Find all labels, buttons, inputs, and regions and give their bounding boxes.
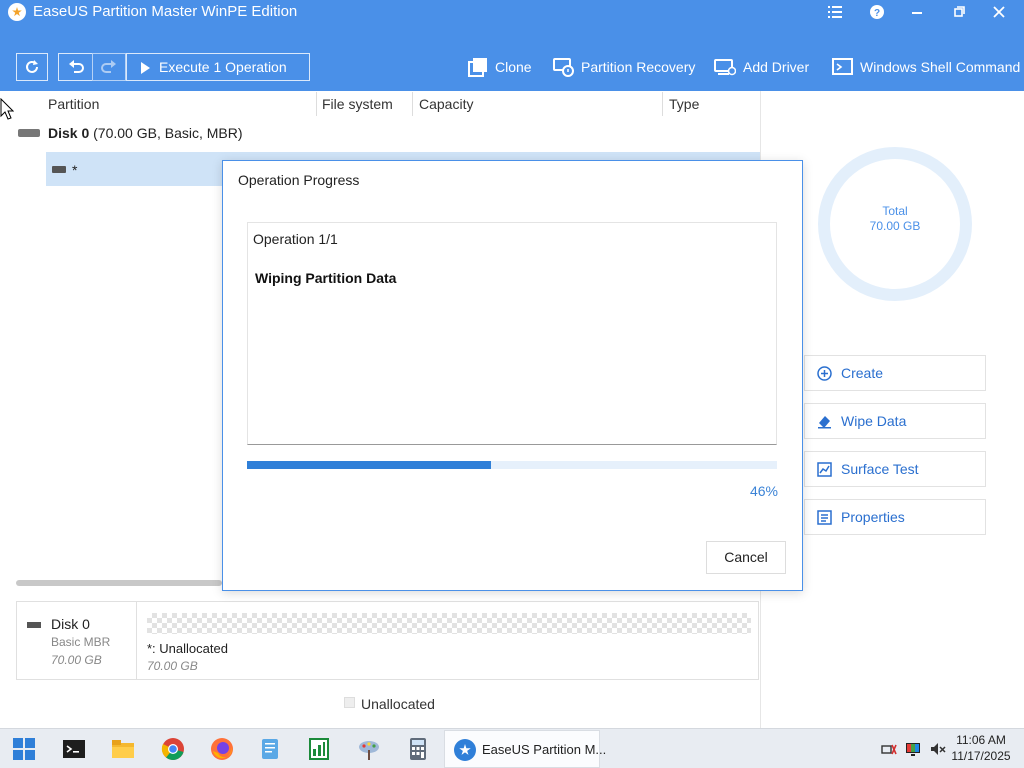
paint-icon[interactable] (357, 737, 381, 761)
undo-button[interactable] (58, 53, 92, 81)
partition-recovery-label: Partition Recovery (581, 59, 696, 75)
wipe-data-button[interactable]: Wipe Data (804, 403, 986, 439)
map-disk-size: 70.00 GB (51, 653, 102, 667)
total-label: Total (882, 204, 908, 218)
svg-text:?: ? (874, 8, 880, 19)
refresh-button[interactable] (16, 53, 48, 81)
properties-label: Properties (841, 509, 905, 525)
file-explorer-icon[interactable] (111, 737, 135, 761)
progress-percent: 46% (749, 483, 778, 499)
taskbar-easeus-app[interactable]: EaseUS Partition M... (444, 730, 606, 768)
disk-icon (27, 622, 41, 628)
disk-icon (18, 129, 40, 137)
app-header: EaseUS Partition Master WinPE Edition ? (0, 0, 1024, 91)
window-title: EaseUS Partition Master WinPE Edition (33, 3, 298, 20)
operation-count: Operation 1/1 (253, 231, 338, 247)
close-icon[interactable] (988, 2, 1010, 22)
redo-icon (93, 54, 125, 80)
column-file-system[interactable]: File system (322, 96, 393, 112)
redo-button[interactable] (92, 53, 126, 81)
partition-name: * (72, 162, 78, 178)
properties-icon (817, 510, 832, 525)
refresh-icon (17, 54, 47, 80)
horizontal-scrollbar[interactable] (16, 580, 222, 586)
add-driver-icon (714, 57, 737, 77)
progress-fill (247, 461, 491, 469)
disk-name: Disk 0 (48, 125, 90, 141)
partition-recovery-icon (553, 57, 575, 77)
clone-button[interactable]: Clone (467, 55, 537, 81)
undo-icon (59, 54, 92, 80)
execute-label: Execute 1 Operation (159, 59, 287, 75)
add-driver-button[interactable]: Add Driver (714, 55, 814, 81)
create-icon (817, 366, 832, 381)
progress-bar (247, 461, 777, 469)
active-app-label: EaseUS Partition M... (482, 742, 607, 757)
chrome-icon[interactable] (161, 737, 185, 761)
map-disk-name: Disk 0 (51, 616, 90, 632)
mouse-cursor-icon (0, 98, 14, 120)
properties-button[interactable]: Properties (804, 499, 986, 535)
notepad-icon[interactable] (258, 737, 282, 761)
map-disk-type: Basic MBR (51, 635, 111, 649)
network-icon[interactable] (881, 741, 897, 757)
column-type[interactable]: Type (669, 96, 699, 112)
operation-progress-dialog: Operation Progress Operation 1/1 Wiping … (222, 160, 803, 591)
cancel-button[interactable]: Cancel (706, 541, 786, 574)
easeus-app-icon (454, 739, 476, 761)
column-divider[interactable] (662, 92, 663, 116)
play-icon (141, 62, 150, 74)
surface-test-button[interactable]: Surface Test (804, 451, 986, 487)
create-button[interactable]: Create (804, 355, 986, 391)
restore-icon[interactable] (948, 2, 970, 22)
wipe-data-icon (817, 414, 832, 429)
disk-map-info[interactable]: Disk 0 Basic MBR 70.00 GB (17, 602, 137, 679)
unallocated-bar[interactable] (147, 613, 751, 634)
add-driver-label: Add Driver (743, 59, 810, 75)
unallocated-legend-swatch (344, 697, 355, 708)
menu-icon[interactable] (824, 2, 846, 22)
minimize-icon[interactable] (906, 2, 928, 22)
easeus-logo-icon (8, 3, 26, 21)
partition-recovery-button[interactable]: Partition Recovery (553, 55, 698, 81)
create-label: Create (841, 365, 884, 381)
calculator-icon[interactable] (406, 737, 430, 761)
clock-time: 11:06 AM (956, 733, 1006, 747)
dialog-title: Operation Progress (238, 172, 360, 188)
surface-test-icon (817, 462, 832, 477)
windows-shell-command-label: Windows Shell Command (860, 59, 1021, 75)
shell-icon (832, 57, 854, 77)
firefox-icon[interactable] (210, 737, 234, 761)
display-icon[interactable] (905, 741, 921, 757)
column-capacity[interactable]: Capacity (419, 96, 473, 112)
partition-icon (52, 166, 66, 173)
wipe-data-label: Wipe Data (841, 413, 907, 429)
column-partition[interactable]: Partition (48, 96, 99, 112)
terminal-icon[interactable] (62, 737, 86, 761)
operation-log: Operation 1/1 Wiping Partition Data (247, 222, 777, 445)
surface-test-label: Surface Test (841, 461, 919, 477)
spreadsheet-icon[interactable] (307, 737, 331, 761)
start-icon[interactable] (12, 737, 36, 761)
clone-label: Clone (495, 59, 532, 75)
column-divider[interactable] (412, 92, 413, 116)
map-partition-name: *: Unallocated (147, 641, 228, 656)
column-divider[interactable] (316, 92, 317, 116)
disk-map-card[interactable]: Disk 0 Basic MBR 70.00 GB *: Unallocated… (16, 601, 759, 680)
taskbar: EaseUS Partition M... 11:06 AM 11/17/202… (0, 728, 1024, 768)
title-bar: EaseUS Partition Master WinPE Edition ? (0, 0, 1024, 24)
map-partition-size: 70.00 GB (147, 659, 198, 673)
clone-icon (467, 57, 489, 77)
execute-operation-button[interactable]: Execute 1 Operation (126, 53, 310, 81)
operation-name: Wiping Partition Data (255, 270, 397, 286)
windows-shell-command-button[interactable]: Windows Shell Command (832, 55, 1021, 81)
volume-muted-icon[interactable] (930, 741, 946, 757)
disk-detail: (70.00 GB, Basic, MBR) (93, 125, 243, 141)
clock-date: 11/17/2025 (951, 749, 1011, 763)
total-value: 70.00 GB (869, 219, 921, 233)
help-icon[interactable]: ? (866, 2, 888, 22)
unallocated-legend-label: Unallocated (361, 696, 435, 712)
system-clock[interactable]: 11:06 AM 11/17/2025 (950, 732, 1012, 764)
